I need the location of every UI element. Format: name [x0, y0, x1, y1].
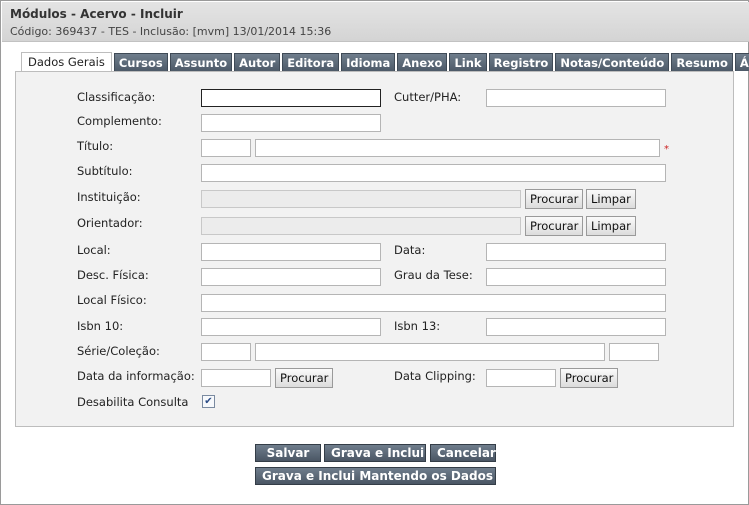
desc-fisica-label: Desc. Física: [77, 268, 149, 282]
orientador-input [201, 217, 521, 235]
local-label: Local: [77, 243, 111, 257]
orientador-procurar-button[interactable]: Procurar [525, 216, 584, 236]
tab-assunto[interactable]: Assunto [169, 53, 233, 71]
data-clipping-label: Data Clipping: [394, 369, 476, 383]
titulo-label: Título: [77, 139, 114, 153]
tab-cursos[interactable]: Cursos [113, 53, 168, 71]
instituicao-input [201, 190, 521, 208]
tab-resumo[interactable]: Resumo [671, 53, 733, 71]
tab-editora[interactable]: Editora [282, 53, 340, 71]
serie-input[interactable] [255, 343, 605, 361]
desabilita-checkbox[interactable]: ✔ [202, 395, 215, 408]
page-title: Módulos - Acervo - Incluir [10, 7, 183, 21]
desabilita-label: Desabilita Consulta [77, 395, 189, 409]
local-fisico-label: Local Físico: [77, 293, 147, 307]
isbn10-input[interactable] [201, 318, 381, 336]
classificacao-input[interactable] [201, 89, 381, 107]
tab-registro[interactable]: Registro [488, 53, 554, 71]
cutter-input[interactable] [486, 89, 666, 107]
data-informacao-procurar-button[interactable]: Procurar [275, 368, 334, 388]
instituicao-limpar-button[interactable]: Limpar [586, 189, 636, 209]
page-header: Módulos - Acervo - Incluir Código: 36943… [2, 2, 749, 42]
complemento-input[interactable] [201, 114, 381, 132]
instituicao-label: Instituição: [77, 190, 141, 204]
isbn13-input[interactable] [486, 318, 666, 336]
serie-prefix-input[interactable] [201, 343, 251, 361]
grau-tese-input[interactable] [486, 268, 666, 286]
checkmark-icon: ✔ [204, 396, 213, 407]
classificacao-label: Classificação: [77, 90, 156, 104]
tab-notas-conteudo[interactable]: Notas/Conteúdo [555, 53, 670, 71]
local-input[interactable] [201, 243, 381, 261]
data-informacao-label: Data da informação: [77, 369, 195, 383]
serie-label: Série/Coleção: [77, 344, 160, 358]
orientador-label: Orientador: [77, 216, 143, 230]
record-info: Código: 369437 - TES - Inclusão: [mvm] 1… [10, 25, 332, 38]
tab-anexo[interactable]: Anexo [397, 53, 448, 71]
complemento-label: Complemento: [77, 114, 162, 128]
grava-inclui-mantendo-button[interactable]: Grava e Inclui Mantendo os Dados [255, 467, 496, 485]
grava-inclui-button[interactable]: Grava e Inclui [324, 444, 426, 462]
window-frame: Módulos - Acervo - Incluir Código: 36943… [0, 0, 749, 505]
instituicao-procurar-button[interactable]: Procurar [525, 189, 584, 209]
data-clipping-input[interactable] [486, 369, 556, 387]
tab-area[interactable]: Área [734, 53, 749, 71]
form-panel: Classificação: Cutter/PHA: Complemento: … [15, 71, 734, 427]
tab-dados-gerais[interactable]: Dados Gerais [21, 52, 112, 72]
serie-number-input[interactable] [609, 343, 659, 361]
tab-bar: Dados Gerais Cursos Assunto Autor Editor… [21, 52, 749, 72]
tab-autor[interactable]: Autor [234, 53, 281, 71]
titulo-prefix-input[interactable] [201, 139, 251, 157]
titulo-input[interactable] [255, 139, 660, 157]
tab-link[interactable]: Link [449, 53, 487, 71]
data-clipping-procurar-button[interactable]: Procurar [560, 368, 619, 388]
data-label: Data: [394, 243, 426, 257]
desc-fisica-input[interactable] [201, 268, 381, 286]
tab-idioma[interactable]: Idioma [341, 53, 396, 71]
salvar-button[interactable]: Salvar [255, 444, 321, 462]
local-fisico-input[interactable] [201, 294, 666, 312]
cutter-label: Cutter/PHA: [394, 90, 462, 104]
required-mark: * [664, 144, 669, 155]
cancelar-button[interactable]: Cancelar [430, 444, 496, 462]
grau-tese-label: Grau da Tese: [394, 268, 473, 282]
isbn13-label: Isbn 13: [394, 319, 441, 333]
orientador-limpar-button[interactable]: Limpar [586, 216, 636, 236]
data-informacao-input[interactable] [201, 369, 271, 387]
subtitulo-input[interactable] [201, 164, 666, 182]
subtitulo-label: Subtítulo: [77, 164, 133, 178]
data-input[interactable] [486, 243, 666, 261]
isbn10-label: Isbn 10: [77, 319, 124, 333]
